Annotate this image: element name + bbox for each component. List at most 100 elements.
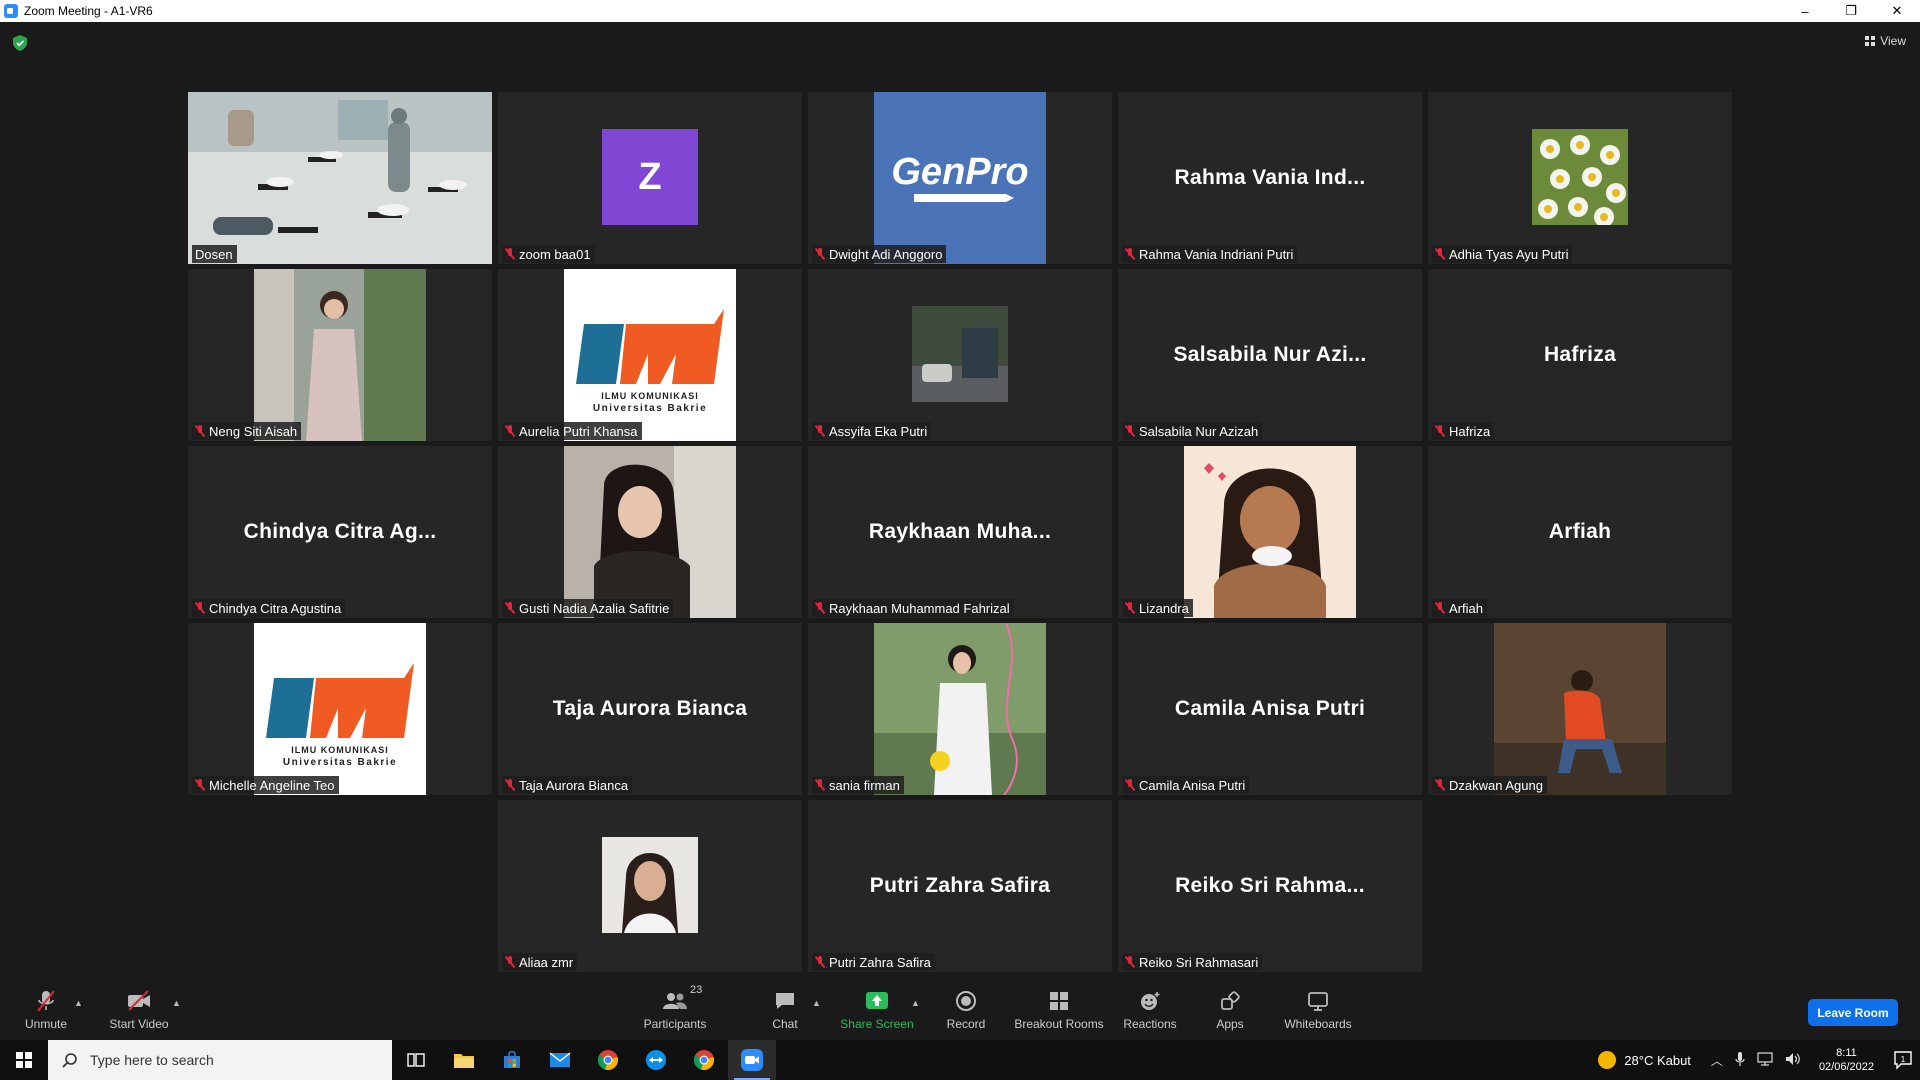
cartoon-avatar-image: [1184, 446, 1356, 618]
whiteboards-button[interactable]: Whiteboards: [1282, 980, 1354, 1040]
participant-photo: [1494, 623, 1666, 795]
participant-tile[interactable]: ILMU KOMUNIKASI Universitas Bakrie Aurel…: [498, 269, 802, 441]
participants-button[interactable]: 23 Participants: [640, 980, 710, 1040]
participant-tile[interactable]: Dzakwan Agung: [1428, 623, 1732, 795]
participant-tile[interactable]: Lizandra: [1118, 446, 1422, 618]
participant-tile[interactable]: Assyifa Eka Putri: [808, 269, 1112, 441]
participant-tile[interactable]: Arfiah Arfiah: [1428, 446, 1732, 618]
view-label: View: [1880, 34, 1906, 48]
chrome-profile-icon[interactable]: [680, 1040, 728, 1080]
microsoft-store-icon[interactable]: [488, 1040, 536, 1080]
minimize-button[interactable]: –: [1782, 0, 1828, 22]
tray-microphone-icon[interactable]: [1735, 1051, 1745, 1069]
reactions-button[interactable]: Reactions: [1122, 980, 1178, 1040]
participant-tile[interactable]: Rahma Vania Ind... Rahma Vania Indriani P…: [1118, 92, 1422, 264]
participant-name: Reiko Sri Rahmasari: [1139, 954, 1259, 970]
shield-icon[interactable]: [13, 35, 27, 51]
muted-microphone-icon: [1125, 602, 1135, 614]
record-button[interactable]: Record: [940, 980, 992, 1040]
weather-text: 28°C Kabut: [1624, 1052, 1691, 1068]
participant-tile[interactable]: Camila Anisa Putri Camila Anisa Putri: [1118, 623, 1422, 795]
video-off-icon: [126, 989, 152, 1013]
restore-button[interactable]: ❐: [1828, 0, 1874, 22]
participant-tile[interactable]: Adhia Tyas Ayu Putri: [1428, 92, 1732, 264]
participant-name: sania firman: [829, 777, 900, 793]
file-explorer-icon[interactable]: [440, 1040, 488, 1080]
unmute-label: Unmute: [24, 1017, 68, 1031]
audio-options-caret-icon[interactable]: ▲: [74, 998, 83, 1008]
teamviewer-icon[interactable]: [632, 1040, 680, 1080]
breakout-rooms-label: Breakout Rooms: [1014, 1017, 1104, 1031]
participant-display-name: Rahma Vania Ind...: [1174, 166, 1366, 189]
participant-name-label: Salsabila Nur Azizah: [1122, 422, 1263, 440]
meeting-toolbar: Unmute ▲ Start Video ▲ 23 Participants C…: [0, 980, 1920, 1040]
task-view-icon[interactable]: [392, 1040, 440, 1080]
muted-microphone-icon: [505, 602, 515, 614]
participant-tile[interactable]: GenPro Dwight Adi Anggoro: [808, 92, 1112, 264]
apps-label: Apps: [1216, 1017, 1244, 1031]
participant-display-name: Arfiah: [1548, 520, 1612, 543]
view-button[interactable]: View: [1865, 34, 1906, 48]
breakout-rooms-button[interactable]: Breakout Rooms: [1012, 980, 1106, 1040]
muted-microphone-icon: [195, 779, 205, 791]
participant-tile[interactable]: Dosen: [188, 92, 492, 264]
participant-name: Adhia Tyas Ayu Putri: [1449, 246, 1569, 262]
chrome-icon[interactable]: [584, 1040, 632, 1080]
participant-tile[interactable]: Aliaa zmr: [498, 800, 802, 972]
participant-tile[interactable]: Salsabila Nur Azi... Salsabila Nur Azizah: [1118, 269, 1422, 441]
taskbar-clock[interactable]: 8:11 02/06/2022: [1819, 1046, 1874, 1074]
participant-tile[interactable]: Gusti Nadia Azalia Safitrie: [498, 446, 802, 618]
participant-display-name: Salsabila Nur Azi...: [1173, 343, 1367, 366]
unmute-button[interactable]: Unmute: [20, 980, 72, 1040]
participant-name-label: Dosen: [192, 245, 237, 263]
participant-display-name: Taja Aurora Bianca: [552, 697, 748, 720]
leave-room-button[interactable]: Leave Room: [1808, 999, 1898, 1026]
participant-photo: [602, 837, 698, 933]
participants-count: 23: [690, 984, 703, 996]
participant-tile[interactable]: ILMU KOMUNIKASI Universitas Bakrie Miche…: [188, 623, 492, 795]
participant-tile[interactable]: Raykhaan Muha... Raykhaan Muhammad Fahriz…: [808, 446, 1112, 618]
tray-chevron-up-icon[interactable]: ︿: [1711, 1052, 1723, 1069]
participant-tile[interactable]: Putri Zahra Safira Putri Zahra Safira: [808, 800, 1112, 972]
chat-caret-icon[interactable]: ▲: [812, 998, 821, 1008]
participant-name: Taja Aurora Bianca: [519, 777, 629, 793]
microphone-muted-icon: [33, 989, 59, 1013]
volume-icon[interactable]: [1785, 1052, 1801, 1069]
mail-icon[interactable]: [536, 1040, 584, 1080]
zoom-taskbar-icon[interactable]: [728, 1040, 776, 1080]
participant-name: Putri Zahra Safira: [829, 954, 931, 970]
participant-name-label: Gusti Nadia Azalia Safitrie: [502, 599, 674, 617]
share-screen-button[interactable]: Share Screen: [836, 980, 918, 1040]
close-button[interactable]: ✕: [1874, 0, 1920, 22]
muted-microphone-icon: [505, 425, 515, 437]
network-icon[interactable]: [1757, 1051, 1773, 1069]
chat-button[interactable]: Chat: [765, 980, 805, 1040]
participant-photo: [254, 269, 426, 441]
start-button[interactable]: [0, 1040, 48, 1080]
start-video-button[interactable]: Start Video: [104, 980, 174, 1040]
taskbar-search-box[interactable]: Type here to search: [48, 1040, 392, 1080]
participant-name-label: Chindya Citra Agustina: [192, 599, 346, 617]
participant-tile[interactable]: Neng Siti Aisah: [188, 269, 492, 441]
notification-center-button[interactable]: 1: [1886, 1040, 1920, 1080]
share-options-caret-icon[interactable]: ▲: [911, 998, 920, 1008]
participant-tile[interactable]: sania firman: [808, 623, 1112, 795]
participant-tile[interactable]: Taja Aurora Bianca Taja Aurora Bianca: [498, 623, 802, 795]
participant-tile[interactable]: Chindya Citra Ag... Chindya Citra Agustin…: [188, 446, 492, 618]
participant-name-label: Reiko Sri Rahmasari: [1122, 953, 1263, 971]
video-options-caret-icon[interactable]: ▲: [172, 998, 181, 1008]
apps-button[interactable]: Apps: [1210, 980, 1250, 1040]
participant-name-label: Adhia Tyas Ayu Putri: [1432, 245, 1573, 263]
weather-widget[interactable]: 28°C Kabut: [1598, 1051, 1691, 1069]
clock-date: 02/06/2022: [1818, 1061, 1874, 1073]
participant-tile[interactable]: Hafriza Hafriza: [1428, 269, 1732, 441]
participant-name-label: Aurelia Putri Khansa: [502, 422, 642, 440]
window-titlebar: Zoom Meeting - A1-VR6 – ❐ ✕: [0, 0, 1920, 22]
participant-name-label: Dwight Adi Anggoro: [812, 245, 947, 263]
participant-tile[interactable]: Zzoom baa01: [498, 92, 802, 264]
apps-icon: [1217, 989, 1243, 1013]
muted-microphone-icon: [1435, 248, 1445, 260]
participant-tile[interactable]: Reiko Sri Rahma... Reiko Sri Rahmasari: [1118, 800, 1422, 972]
start-video-label: Start Video: [109, 1017, 169, 1031]
ilmu-komunikasi-logo-image: ILMU KOMUNIKASI Universitas Bakrie: [564, 269, 736, 441]
